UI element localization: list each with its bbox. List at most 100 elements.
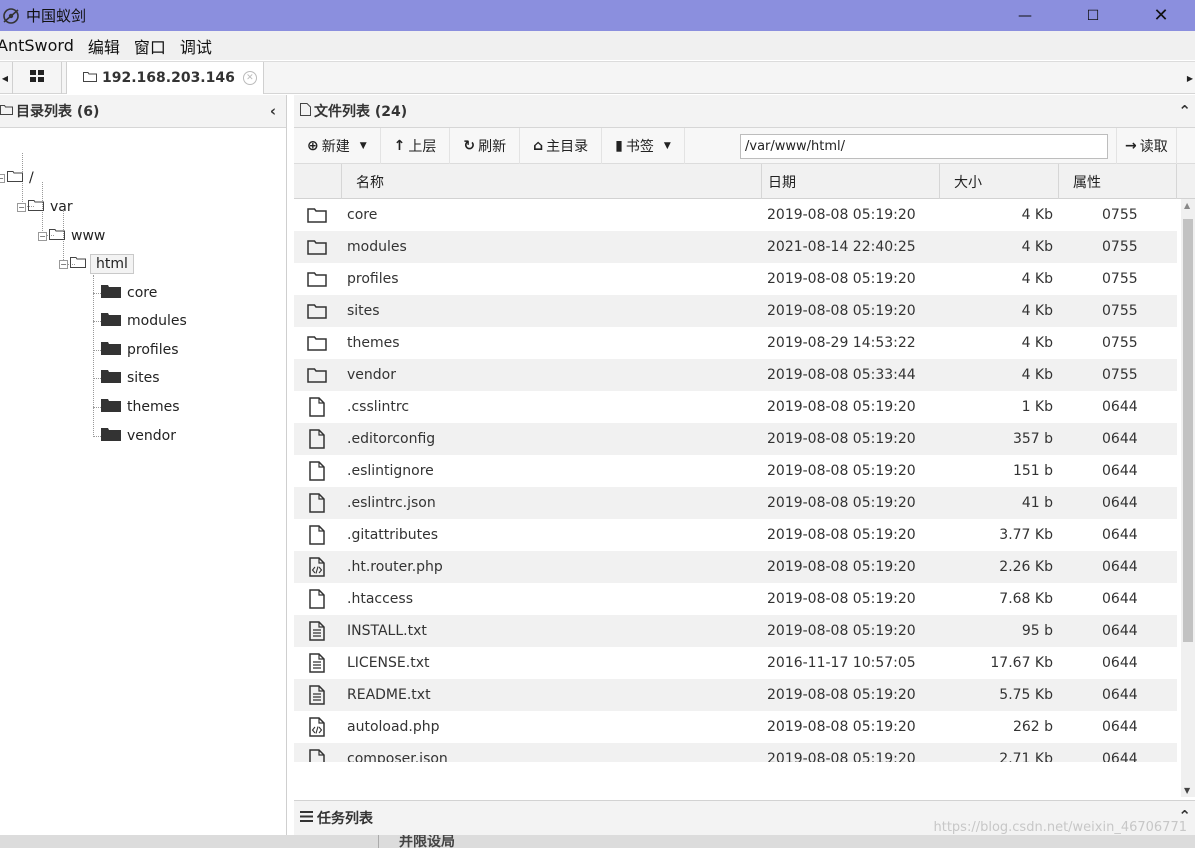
scrollbar-thumb[interactable]: [1183, 219, 1193, 642]
minimize-button[interactable]: —: [991, 0, 1059, 31]
tab-home[interactable]: [12, 62, 62, 94]
size-column-header[interactable]: 大小: [940, 164, 1059, 199]
tree-node-modules[interactable]: modules: [101, 309, 187, 333]
file-row[interactable]: .csslintrc 2019-08-08 05:19:20 1 Kb 0644: [294, 391, 1177, 423]
folder-filled-icon: [101, 284, 121, 302]
file-row[interactable]: core 2019-08-08 05:19:20 4 Kb 0755: [294, 199, 1177, 231]
file-row[interactable]: .htaccess 2019-08-08 05:19:20 7.68 Kb 0644: [294, 583, 1177, 615]
new-button[interactable]: ⊕ 新建 ▼: [294, 127, 381, 164]
read-button-label: 读取: [1139, 139, 1168, 155]
file-row[interactable]: .eslintrc.json 2019-08-08 05:19:20 41 b 064…: [294, 487, 1177, 519]
file-row[interactable]: themes 2019-08-29 14:53:22 4 Kb 0755: [294, 327, 1177, 359]
file-attr: 0644: [1102, 591, 1138, 607]
icon-column-header: [294, 164, 342, 199]
file-row[interactable]: autoload.php 2019-08-08 05:19:20 262 b 0644: [294, 711, 1177, 743]
file-row[interactable]: .eslintignore 2019-08-08 05:19:20 151 b 064…: [294, 455, 1177, 487]
directory-panel-title: 目录列表 (6): [16, 104, 100, 120]
file-size: 3.77 Kb: [999, 527, 1053, 543]
file-row[interactable]: .editorconfig 2019-08-08 05:19:20 357 b 064…: [294, 423, 1177, 455]
file-row[interactable]: sites 2019-08-08 05:19:20 4 Kb 0755: [294, 295, 1177, 327]
scroll-down-icon[interactable]: ▼: [1184, 786, 1190, 795]
file-date: 2019-08-08 05:19:20: [767, 591, 916, 607]
file-row[interactable]: .gitattributes 2019-08-08 05:19:20 3.77 Kb…: [294, 519, 1177, 551]
up-button[interactable]: ↑ 上层: [381, 127, 451, 164]
collapse-toggle-icon[interactable]: −: [59, 259, 68, 269]
file-list-scrollbar[interactable]: ▲ ▼: [1181, 199, 1195, 797]
tree-node-root[interactable]: − /: [0, 166, 34, 190]
refresh-button-label: 刷新: [478, 138, 507, 155]
attr-column-header[interactable]: 属性: [1059, 164, 1177, 199]
file-outline-icon: [300, 102, 311, 120]
menu-debug[interactable]: 调试: [173, 34, 219, 58]
file-attr: 0644: [1102, 399, 1138, 415]
name-column-header[interactable]: 名称: [342, 164, 762, 199]
collapse-toggle-icon[interactable]: −: [17, 202, 26, 212]
folder-icon: [306, 295, 328, 327]
file-row[interactable]: LICENSE.txt 2016-11-17 10:57:05 17.67 Kb 06…: [294, 647, 1177, 679]
folder-outline-icon: [7, 170, 23, 186]
collapse-toggle-icon[interactable]: −: [0, 173, 5, 183]
file-name: vendor: [347, 367, 396, 383]
menu-antsword[interactable]: AntSword: [0, 36, 81, 55]
file-name: modules: [347, 239, 407, 255]
file-size: 2.71 Kb: [999, 751, 1053, 762]
folder-outline-icon: [83, 70, 97, 86]
tab-bar: ◀ 192.168.203.146 ✕ ▶: [0, 61, 1195, 94]
file-size: 4 Kb: [1021, 335, 1053, 351]
tab-host-label: 192.168.203.146: [102, 70, 235, 86]
arrow-right-icon: →: [1125, 138, 1137, 154]
file-name: autoload.php: [347, 719, 440, 735]
file-name: LICENSE.txt: [347, 655, 430, 671]
file-grid-header: 名称 日期 大小 属性: [294, 164, 1195, 199]
collapse-file-panel-icon[interactable]: ⌃: [1178, 102, 1191, 120]
file-row[interactable]: modules 2021-08-14 22:40:25 4 Kb 0755: [294, 231, 1177, 263]
tree-node-www[interactable]: − www: [38, 224, 105, 248]
file-name: .editorconfig: [347, 431, 436, 447]
tab-close-icon[interactable]: ✕: [242, 71, 257, 85]
file-row[interactable]: INSTALL.txt 2019-08-08 05:19:20 95 b 0644: [294, 615, 1177, 647]
title-bar: 中国蚁剑 — ☐ ✕: [0, 0, 1195, 31]
file-row[interactable]: README.txt 2019-08-08 05:19:20 5.75 Kb 0644: [294, 679, 1177, 711]
refresh-button[interactable]: ↻ 刷新: [450, 127, 521, 164]
collapse-toggle-icon[interactable]: −: [38, 231, 47, 241]
file-row[interactable]: profiles 2019-08-08 05:19:20 4 Kb 0755: [294, 263, 1177, 295]
file-attr: 0644: [1102, 687, 1138, 703]
tab-scroll-left-icon[interactable]: ◀: [0, 62, 10, 94]
tree-node-sites[interactable]: sites: [101, 366, 160, 390]
file-icon: [306, 455, 328, 487]
file-attr: 0644: [1102, 495, 1138, 511]
path-input[interactable]: [740, 134, 1108, 159]
tree-node-var[interactable]: − var: [17, 195, 73, 219]
file-row[interactable]: .ht.router.php 2019-08-08 05:19:20 2.26 Kb…: [294, 551, 1177, 583]
file-size: 151 b: [1012, 463, 1053, 479]
file-date: 2019-08-08 05:33:44: [767, 367, 916, 383]
date-column-header[interactable]: 日期: [762, 164, 940, 199]
tree-node-themes[interactable]: themes: [101, 395, 180, 419]
file-row[interactable]: composer.json 2019-08-08 05:19:20 2.71 Kb 0…: [294, 743, 1177, 762]
folder-outline-icon: [0, 103, 13, 119]
folder-filled-icon: [101, 369, 121, 387]
tree-node-core[interactable]: core: [101, 281, 157, 305]
tab-host[interactable]: 192.168.203.146 ✕: [66, 62, 264, 94]
tab-scroll-right-icon[interactable]: ▶: [1185, 62, 1195, 94]
folder-icon: [306, 199, 328, 231]
maximize-button[interactable]: ☐: [1059, 0, 1127, 31]
close-button[interactable]: ✕: [1127, 0, 1195, 31]
tree-node-vendor[interactable]: vendor: [101, 424, 176, 448]
antsword-logo-icon: [0, 5, 22, 27]
read-button[interactable]: → 读取: [1116, 128, 1177, 164]
file-row[interactable]: vendor 2019-08-08 05:33:44 4 Kb 0755: [294, 359, 1177, 391]
tree-label: vendor: [127, 428, 176, 444]
refresh-icon: ↻: [463, 137, 476, 154]
collapse-left-icon[interactable]: ‹: [270, 102, 276, 120]
file-attr: 0644: [1102, 431, 1138, 447]
bookmark-button[interactable]: ▮ 书签 ▼: [602, 127, 685, 164]
tree-node-profiles[interactable]: profiles: [101, 338, 179, 362]
home-button[interactable]: ⌂ 主目录: [520, 127, 603, 164]
tree-node-html[interactable]: − html: [59, 252, 134, 276]
scroll-up-icon[interactable]: ▲: [1184, 201, 1190, 210]
menu-window[interactable]: 窗口: [127, 34, 173, 58]
peek-label: 并限设局: [378, 835, 455, 848]
lower-window-peek: 并限设局: [0, 835, 1195, 848]
menu-edit[interactable]: 编辑: [81, 34, 127, 58]
